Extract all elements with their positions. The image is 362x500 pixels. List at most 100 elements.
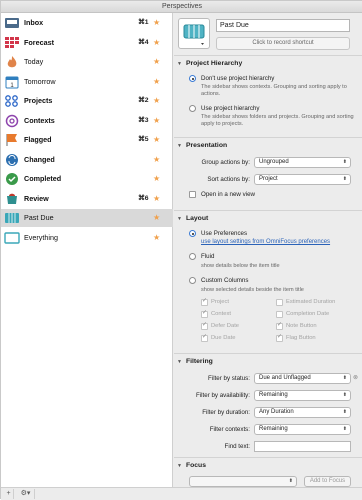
column-label: Defer Date [211, 323, 240, 329]
filter-status-value: Due and Unflagged [259, 375, 311, 381]
sidebar-item-everything[interactable]: Everything ★ [1, 229, 173, 247]
column-label: Estimated Duration [286, 299, 336, 305]
favorite-star-icon[interactable]: ★ [153, 14, 160, 32]
disclosure-triangle-icon: ▼ [177, 359, 182, 365]
perspective-detail-pane: Past Due Click to record shortcut ▼ Proje… [174, 13, 362, 487]
sidebar-item-label: Review [24, 193, 49, 203]
column-checkbox[interactable] [201, 321, 208, 330]
sidebar-item-changed[interactable]: Changed ★ [1, 151, 173, 169]
updown-arrow-icon: ⬍ [342, 409, 347, 415]
column-checkbox[interactable] [276, 321, 283, 330]
column-label: Due Date [211, 335, 236, 341]
sidebar-item-label: Today [24, 57, 44, 66]
sidebar-item-forecast[interactable]: Forecast ⌘4 ★ [1, 34, 173, 52]
radio-no-hierarchy-label: Don't use project hierarchy [201, 75, 275, 82]
favorite-star-icon[interactable]: ★ [153, 34, 160, 52]
section-project-hierarchy[interactable]: ▼ Project Hierarchy [177, 60, 242, 67]
filter-duration-select[interactable]: Any Duration ⬍ [254, 407, 351, 418]
sidebar-item-projects[interactable]: Projects ⌘2 ★ [1, 92, 173, 110]
section-filtering[interactable]: ▼ Filtering [177, 358, 213, 365]
column-label: Context [211, 311, 231, 317]
sidebar-item-today[interactable]: Today ★ [1, 53, 173, 71]
radio-custom-columns[interactable] [189, 277, 196, 284]
radio-use-hierarchy[interactable] [189, 105, 196, 112]
favorite-star-icon[interactable]: ★ [153, 92, 160, 110]
keyboard-shortcut: ⌘4 [138, 38, 149, 46]
divider [174, 457, 362, 458]
perspectives-window: Perspectives Inbox ⌘1 ★ Forecast ⌘4 ★ Today ★ 1 T… [0, 0, 362, 500]
sidebar-item-label: Changed [24, 154, 55, 164]
keyboard-shortcut: ⌘3 [138, 116, 149, 124]
sidebar-item-label: Inbox [24, 18, 44, 27]
column-label: Completion Date [286, 311, 330, 317]
column-checkbox[interactable] [201, 309, 208, 318]
filter-contexts-select[interactable]: Remaining ⬍ [254, 424, 351, 435]
sidebar-item-contexts[interactable]: Contexts ⌘3 ★ [1, 112, 173, 130]
column-checkbox[interactable] [201, 297, 208, 306]
sidebar-item-flagged[interactable]: Flagged ⌘5 ★ [1, 131, 173, 149]
favorite-star-icon[interactable]: ★ [153, 229, 160, 247]
clear-status-icon[interactable]: ⊗ [353, 374, 358, 381]
favorite-star-icon[interactable]: ★ [153, 209, 160, 227]
favorite-star-icon[interactable]: ★ [153, 170, 160, 188]
layout-preferences-link[interactable]: use layout settings from OmniFocus prefe… [201, 239, 330, 245]
radio-fluid[interactable] [189, 253, 196, 260]
column-checkbox[interactable] [276, 333, 283, 342]
updown-arrow-icon: ⬍ [342, 176, 347, 182]
divider [174, 137, 362, 138]
section-layout[interactable]: ▼ Layout [177, 215, 208, 222]
favorite-star-icon[interactable]: ★ [153, 151, 160, 169]
add-to-focus-button[interactable]: Add to Focus [304, 476, 351, 487]
disclosure-triangle-icon: ▼ [177, 143, 182, 149]
perspective-icon-picker[interactable] [178, 18, 210, 49]
sidebar-item-label: Contexts [24, 115, 55, 125]
window-title: Perspectives [1, 1, 362, 13]
sidebar-item-tomorrow[interactable]: 1 Tomorrow ★ [1, 73, 173, 91]
sidebar-item-completed[interactable]: Completed ★ [1, 170, 173, 188]
section-title: Project Hierarchy [185, 60, 243, 67]
group-by-select[interactable]: Ungrouped ⬍ [254, 157, 351, 168]
contexts-icon [4, 114, 20, 128]
filter-duration-value: Any Duration [259, 409, 294, 415]
divider [174, 353, 362, 354]
updown-arrow-icon: ⬍ [342, 426, 347, 432]
sidebar-item-inbox[interactable]: Inbox ⌘1 ★ [1, 14, 173, 32]
column-checkbox[interactable] [276, 299, 283, 306]
favorite-star-icon[interactable]: ★ [153, 53, 160, 71]
open-new-view-checkbox[interactable] [189, 191, 196, 198]
find-text-input[interactable] [254, 441, 351, 452]
filter-availability-select[interactable]: Remaining ⬍ [254, 390, 351, 401]
sidebar-item-review[interactable]: Review ⌘6 ★ [1, 190, 173, 208]
divider [174, 55, 362, 56]
section-title: Presentation [185, 142, 228, 149]
sort-by-select[interactable]: Project ⬍ [254, 174, 351, 185]
open-new-view-label: Open in a new view [201, 191, 255, 198]
favorite-star-icon[interactable]: ★ [153, 73, 160, 91]
keyboard-shortcut: ⌘6 [138, 194, 149, 202]
favorite-star-icon[interactable]: ★ [153, 190, 160, 208]
sidebar-item-label: Completed [24, 174, 62, 183]
group-by-value: Ungrouped [259, 159, 289, 165]
record-shortcut-button[interactable]: Click to record shortcut [216, 37, 350, 50]
filter-availability-label: Filter by availability: [196, 392, 250, 399]
gear-menu-button[interactable]: ⚙▾ [17, 489, 35, 499]
column-checkbox[interactable] [276, 311, 283, 318]
updown-arrow-icon: ⬍ [342, 159, 347, 165]
radio-use-hierarchy-label: Use project hierarchy [201, 105, 260, 112]
radio-no-hierarchy[interactable] [189, 75, 196, 82]
sidebar-item-past-due[interactable]: Past Due ★ [1, 209, 173, 227]
column-checkbox[interactable] [201, 333, 208, 342]
section-presentation[interactable]: ▼ Presentation [177, 142, 227, 149]
focus-select[interactable]: ⬍ [189, 476, 297, 487]
filter-status-select[interactable]: Due and Unflagged ⬍ [254, 373, 351, 384]
forecast-icon [4, 36, 20, 50]
add-perspective-button[interactable]: + [4, 489, 14, 499]
sidebar-item-label: Tomorrow [24, 76, 56, 86]
perspective-name-field[interactable]: Past Due [216, 19, 350, 32]
favorite-star-icon[interactable]: ★ [153, 112, 160, 130]
radio-use-preferences[interactable] [189, 230, 196, 237]
favorite-star-icon[interactable]: ★ [153, 131, 160, 149]
radio-custom-columns-label: Custom Columns [201, 277, 249, 284]
section-focus[interactable]: ▼ Focus [177, 462, 206, 469]
filter-contexts-label: Filter contexts: [209, 426, 250, 433]
